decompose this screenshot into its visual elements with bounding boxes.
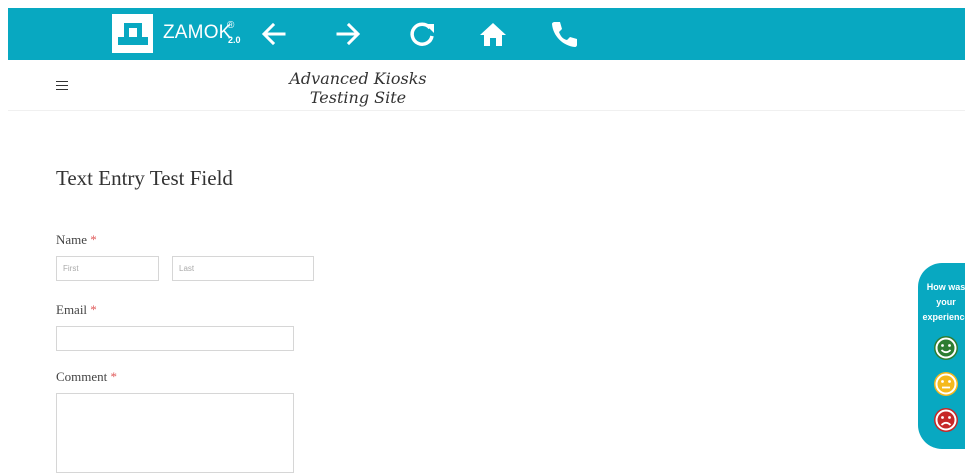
site-header: Advanced Kiosks Testing Site [8,60,965,111]
zamok-logo-icon [112,14,153,53]
sad-face-icon[interactable] [933,407,959,433]
registered-mark: ® [227,20,235,31]
site-title-line1: Advanced Kiosks [289,69,427,88]
email-label: Email * [56,302,97,318]
back-arrow-icon[interactable] [258,19,288,49]
brand-name: ZAMOK [163,22,232,43]
phone-icon[interactable] [549,19,579,49]
comment-label: Comment * [56,369,117,385]
feedback-line2: your [936,297,956,307]
forward-arrow-icon[interactable] [334,19,364,49]
site-title-line2: Testing Site [309,88,407,107]
name-label-text: Name [56,232,88,247]
feedback-line1: How was [926,282,965,292]
page-title: Text Entry Test Field [56,166,233,190]
kiosk-toolbar: ZAMOK ® 2.0 [8,8,965,60]
last-name-input[interactable] [172,256,314,281]
required-mark: * [110,369,118,384]
home-icon[interactable] [478,19,508,49]
brand-version: 2.0 [228,35,241,45]
hamburger-menu-icon[interactable] [56,81,68,91]
feedback-line3: experience [922,312,965,322]
feedback-widget: How was your experience [918,263,965,449]
email-input[interactable] [56,326,294,351]
required-mark: * [90,232,97,247]
reload-icon[interactable] [408,19,438,49]
happy-face-icon[interactable] [933,335,959,361]
comment-textarea[interactable] [56,393,294,473]
site-title[interactable]: Advanced Kiosks Testing Site [268,69,448,107]
first-name-input[interactable] [56,256,159,281]
required-mark: * [90,302,97,317]
neutral-face-icon[interactable] [933,371,959,397]
name-label: Name * [56,232,97,248]
email-label-text: Email [56,302,88,317]
comment-label-text: Comment [56,369,108,384]
feedback-prompt: How was your experience [918,280,965,325]
